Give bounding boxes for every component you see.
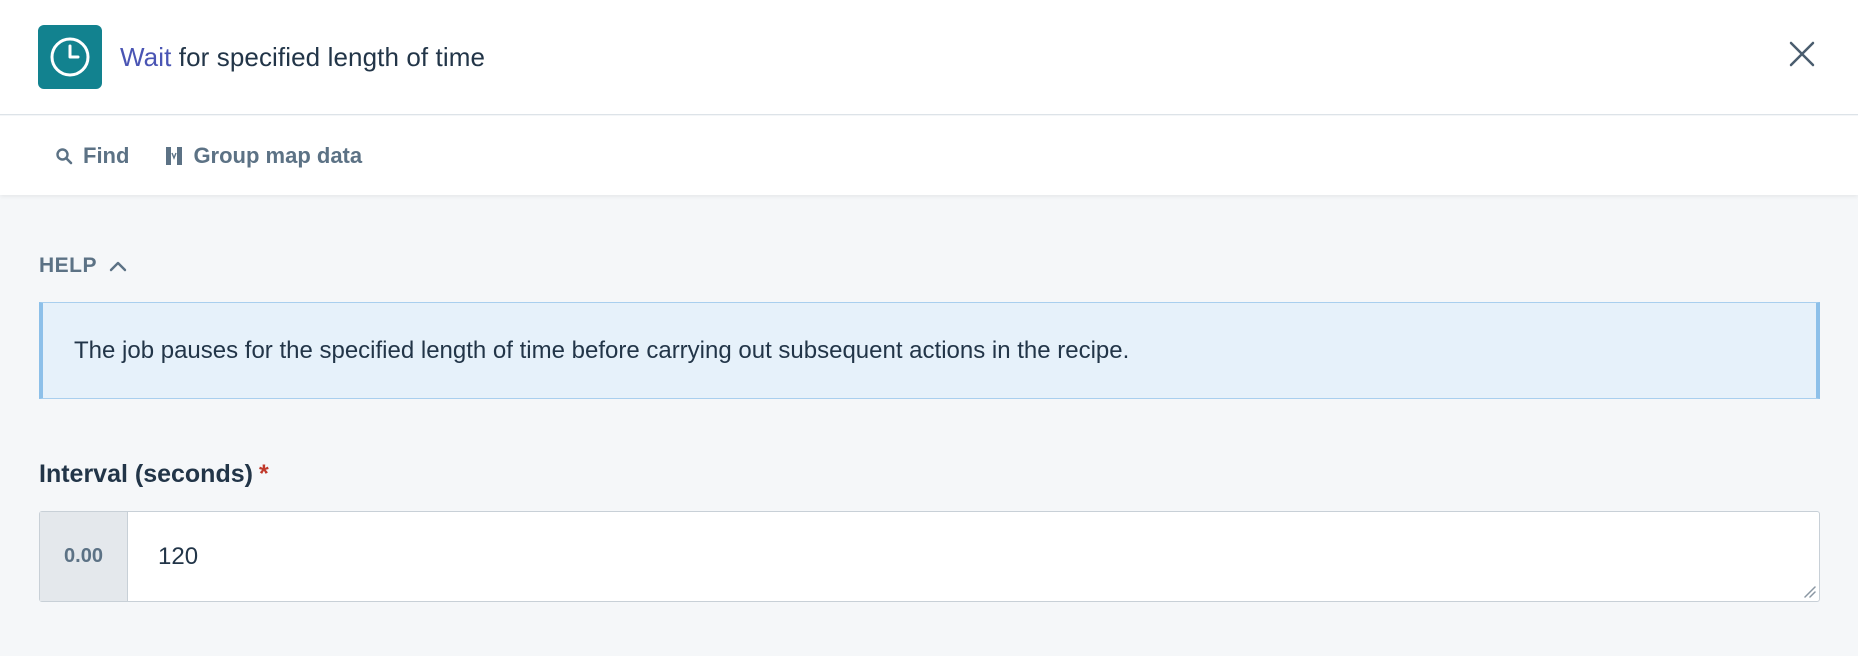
close-button[interactable] [1786,38,1818,70]
modal-header: Wait for specified length of time [0,0,1858,115]
find-button[interactable]: Find [55,143,129,169]
resize-handle-icon[interactable] [1800,582,1816,598]
find-label: Find [83,142,130,168]
interval-input[interactable] [128,512,1819,601]
interval-field: 0.00 [39,511,1820,602]
interval-label-text: Interval (seconds) [39,460,253,488]
group-map-data-button[interactable]: Group map data [165,143,362,169]
help-text: The job pauses for the specified length … [74,336,1130,364]
toolbar: Find Group map data [0,116,1858,195]
number-type-badge: 0.00 [40,512,128,601]
page-title: Wait for specified length of time [120,42,485,73]
group-map-label: Group map data [193,142,363,168]
title-rest: for specified length of time [171,41,486,72]
interval-label: Interval (seconds) * [39,460,269,489]
help-toggle-label: HELP [39,254,98,277]
search-icon [55,147,73,165]
chevron-up-icon [109,260,127,272]
help-text-box: The job pauses for the specified length … [39,302,1820,399]
help-toggle[interactable]: HELP [39,254,127,278]
close-icon [1789,41,1815,67]
group-map-icon [165,146,183,166]
title-verb: Wait [120,41,172,72]
required-marker: * [258,460,269,488]
clock-icon [38,25,102,89]
